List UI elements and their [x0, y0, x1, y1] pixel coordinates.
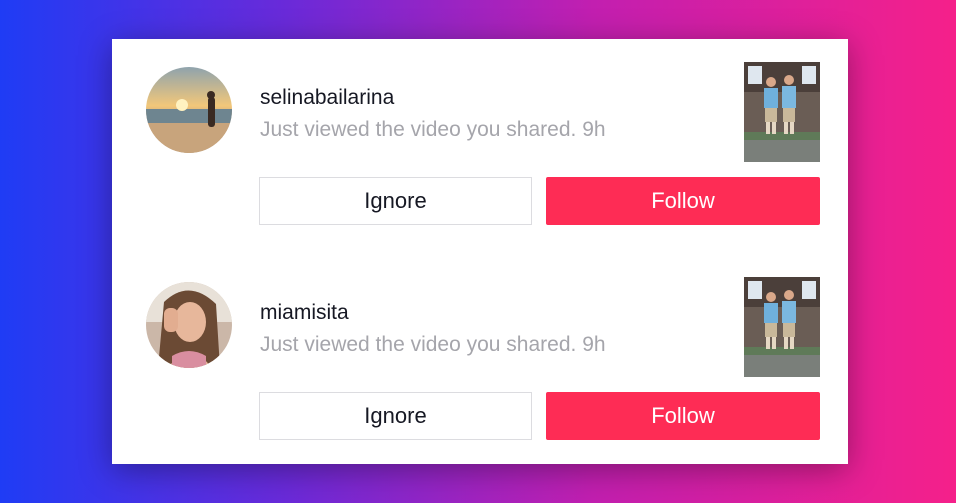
notification-message: Just viewed the video you shared. 9h	[260, 118, 606, 141]
follow-button[interactable]: Follow	[546, 177, 820, 225]
video-thumbnail-image	[744, 62, 820, 162]
ignore-button[interactable]: Ignore	[259, 392, 532, 440]
video-thumbnail[interactable]	[744, 277, 820, 377]
beach-avatar-image	[146, 67, 232, 153]
video-thumbnail-image	[744, 277, 820, 377]
notification-item: miamisita Just viewed the video you shar…	[112, 254, 848, 444]
ignore-button[interactable]: Ignore	[259, 177, 532, 225]
follow-button[interactable]: Follow	[546, 392, 820, 440]
video-thumbnail[interactable]	[744, 62, 820, 162]
notification-item: selinabailarina Just viewed the video yo…	[112, 39, 848, 229]
notification-message: Just viewed the video you shared. 9h	[260, 333, 606, 356]
username[interactable]: miamisita	[260, 301, 349, 325]
avatar[interactable]	[146, 67, 232, 153]
selfie-avatar-image	[146, 282, 232, 368]
username[interactable]: selinabailarina	[260, 86, 394, 110]
avatar[interactable]	[146, 282, 232, 368]
notification-card: selinabailarina Just viewed the video yo…	[112, 39, 848, 464]
